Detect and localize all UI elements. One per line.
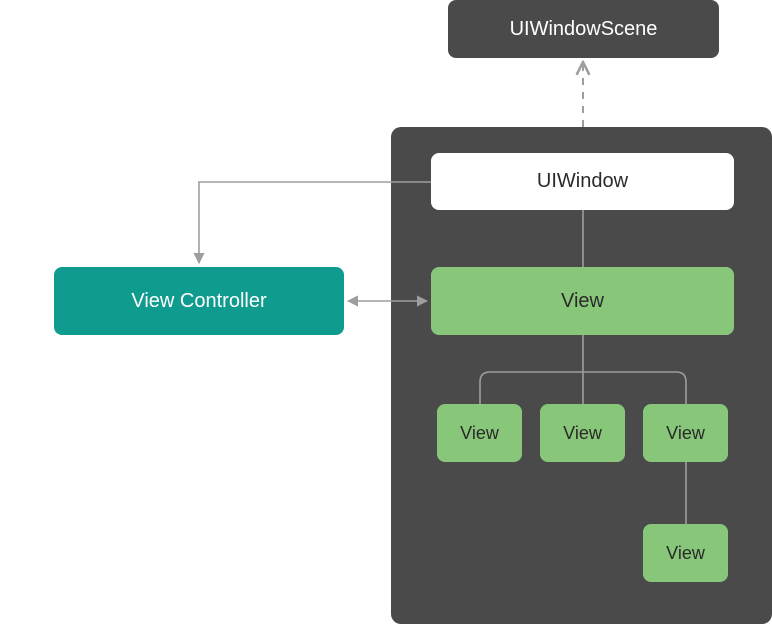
uiwindowscene-label: UIWindowScene — [510, 18, 658, 41]
view-controller-box: View Controller — [54, 267, 344, 335]
child-view-box-3: View — [643, 404, 728, 462]
child-view-label-3: View — [666, 423, 705, 444]
uiwindowscene-box: UIWindowScene — [448, 0, 719, 58]
child-view-label-1: View — [460, 423, 499, 444]
uiwindow-label: UIWindow — [537, 170, 628, 193]
diagram-stage: UIWindowScene UIWindow View Controller V… — [0, 0, 772, 624]
grandchild-view-label: View — [666, 543, 705, 564]
child-view-box-1: View — [437, 404, 522, 462]
view-controller-label: View Controller — [131, 290, 266, 313]
root-view-label: View — [561, 290, 604, 313]
child-view-label-2: View — [563, 423, 602, 444]
root-view-box: View — [431, 267, 734, 335]
uiwindow-box: UIWindow — [431, 153, 734, 210]
child-view-box-2: View — [540, 404, 625, 462]
grandchild-view-box: View — [643, 524, 728, 582]
